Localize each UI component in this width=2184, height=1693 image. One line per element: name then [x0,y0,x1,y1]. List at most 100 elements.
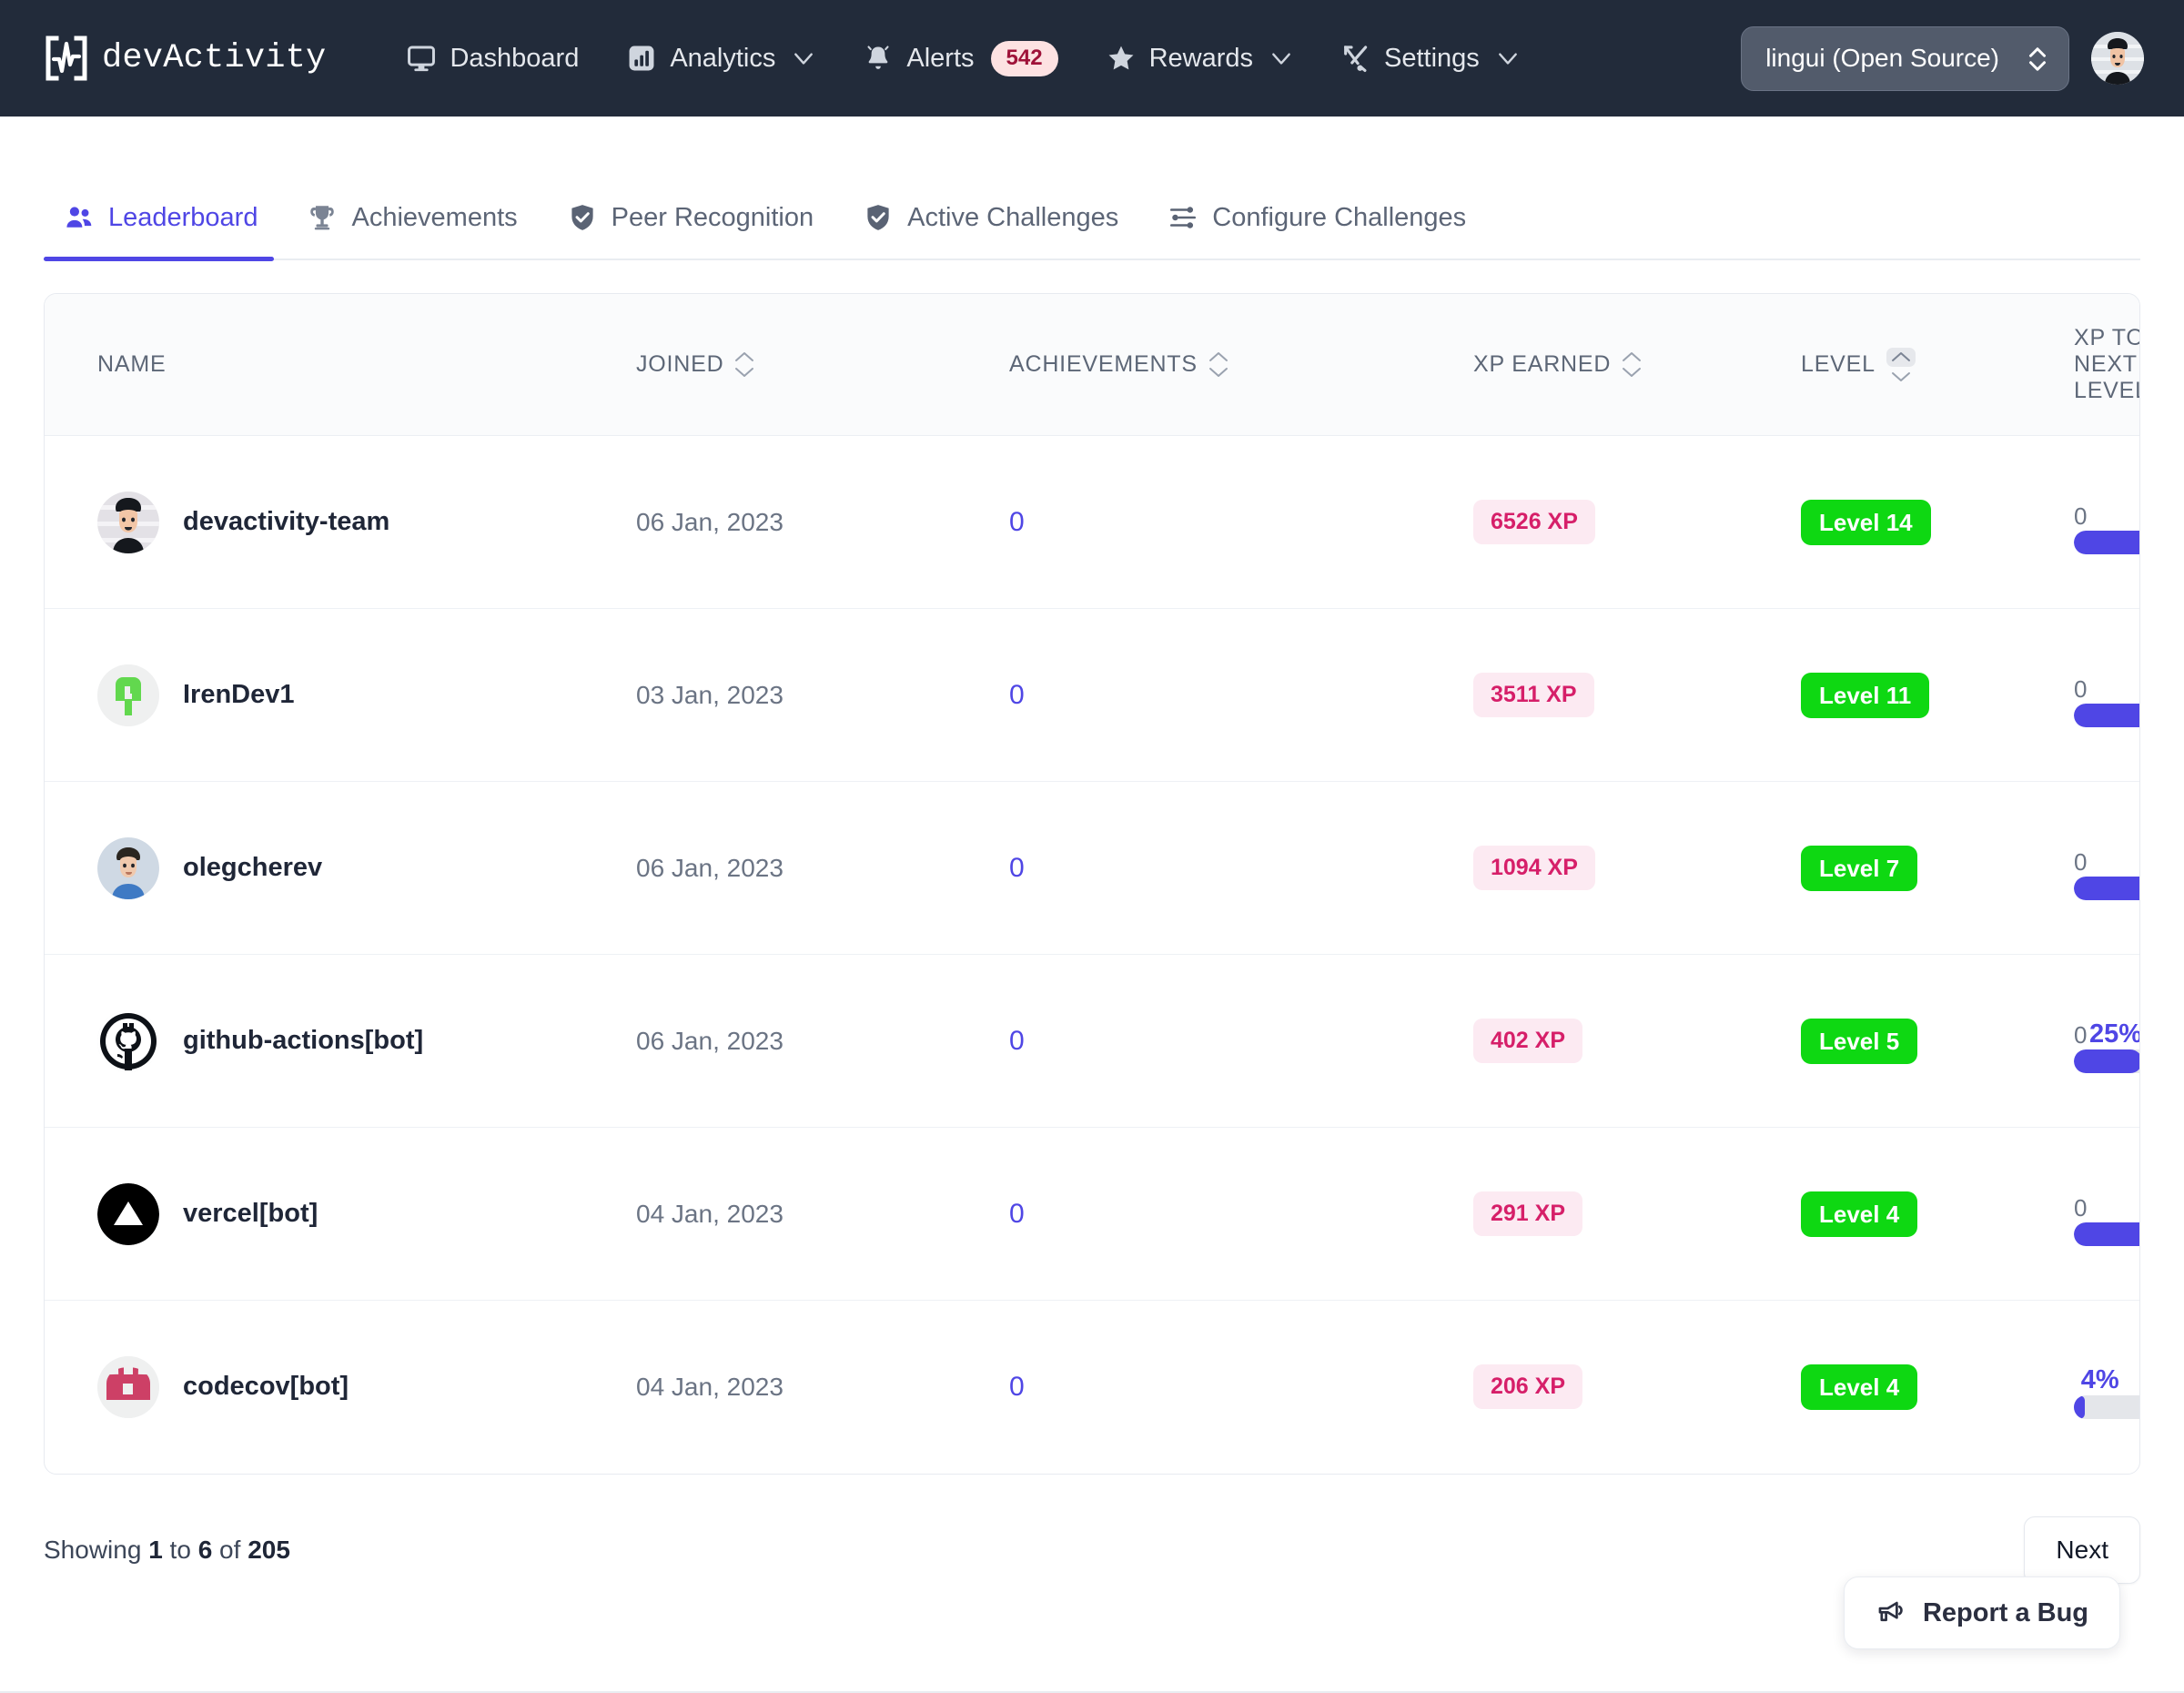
member-name: github-actions[bot] [183,1026,424,1055]
progress-track [2074,1049,2139,1073]
table-row[interactable]: vercel[bot] 04 Jan, 2023 0 291 XP Level … [45,1127,2139,1301]
progress-fill [2074,1049,2139,1073]
sort-toggle-level[interactable] [1886,347,1916,382]
nav-item-settings-label: Settings [1384,43,1480,73]
achievements-count[interactable]: 0 [1009,680,1025,710]
joined-date: 04 Jan, 2023 [636,1199,784,1228]
level-badge: Level 7 [1801,845,1918,891]
tab-active-challenges[interactable]: Active Challenges [843,202,1148,259]
nav-item-analytics-label: Analytics [670,43,776,73]
brand-logo[interactable]: devActivity [44,35,326,82]
joined-date: 04 Jan, 2023 [636,1372,784,1401]
chevron-down-icon[interactable] [1208,367,1228,378]
star-icon [1106,43,1137,74]
sliders-icon [1168,202,1198,233]
up-down-chevrons-icon [2027,43,2048,74]
showing-to: 6 [197,1535,213,1564]
tab-bar: Leaderboard Achievements Peer Recognitio… [44,171,2140,261]
photo-avatar-male-avatar [97,491,159,553]
progress-fill [2074,703,2139,727]
joined-date: 06 Jan, 2023 [636,853,784,882]
sort-toggle-achievements[interactable] [1208,351,1228,378]
nav-item-analytics[interactable]: Analytics [602,32,839,85]
member-name: devactivity-team [183,507,390,536]
achievements-count[interactable]: 0 [1009,507,1025,537]
showing-total: 205 [248,1535,290,1564]
column-header-level[interactable]: LEVEL [1801,294,2074,436]
column-header-xp-earned[interactable]: XP EARNED [1473,294,1801,436]
level-badge: Level 4 [1801,1364,1918,1410]
tab-configure-challenges[interactable]: Configure Challenges [1148,202,1495,259]
progress-track [2074,1222,2139,1246]
achievements-count[interactable]: 0 [1009,853,1025,883]
xp-progress: 0 150 61% [2074,1182,2139,1246]
tab-peer-recognition-label: Peer Recognition [611,202,814,232]
table-footer: Showing 1 to 6 of 205 Next [44,1516,2140,1584]
chevron-down-icon [792,46,815,70]
xp-earned-badge: 402 XP [1473,1019,1583,1063]
repository-selector-value: lingui (Open Source) [1765,43,1999,72]
column-header-joined[interactable]: JOINED [636,294,1009,436]
joined-date: 03 Jan, 2023 [636,680,784,709]
name-cell: vercel[bot] [97,1182,636,1245]
tab-achievements[interactable]: Achievements [287,202,546,259]
achievements-count[interactable]: 0 [1009,1372,1025,1402]
achievements-count[interactable]: 0 [1009,1199,1025,1229]
xp-progress: 0 360 71% [2074,836,2139,900]
report-bug-label: Report a Bug [1922,1597,2088,1627]
level-badge: Level 5 [1801,1018,1918,1064]
tab-peer-recognition[interactable]: Peer Recognition [547,202,843,259]
user-avatar[interactable] [2091,32,2144,85]
progress-track [2074,703,2139,727]
table-head: NAME JOINED ACHIEVEMENTS XP EARNED LEVEL… [45,294,2139,436]
chevron-up-icon[interactable] [1622,351,1642,362]
column-header-achievements[interactable]: ACHIEVEMENTS [1009,294,1473,436]
table-row[interactable]: codecov[bot] 04 Jan, 2023 0 206 XP Level… [45,1301,2139,1474]
sort-toggle-xp-earned[interactable] [1622,351,1642,378]
progress-fill [2074,1222,2139,1246]
xp-progress: 0 210 25% [2074,1009,2140,1073]
member-name: IrenDev1 [183,680,295,709]
xp-progress: 0 83% [2074,664,2139,727]
column-header-joined-label: JOINED [636,351,724,377]
nav-item-alerts[interactable]: Alerts 542 [839,30,1081,87]
table-row[interactable]: olegcherev 06 Jan, 2023 0 1094 XP Level … [45,781,2139,955]
table-row[interactable]: github-actions[bot] 06 Jan, 2023 0 402 X… [45,954,2140,1128]
next-page-button[interactable]: Next [2024,1516,2140,1584]
chevron-up-icon[interactable] [734,351,754,362]
joined-date: 06 Jan, 2023 [636,1026,784,1055]
xp-earned-badge: 3511 XP [1473,673,1594,717]
nav-item-dashboard-label: Dashboard [450,43,580,73]
repository-selector[interactable]: lingui (Open Source) [1741,25,2069,91]
member-name: olegcherev [183,853,323,882]
people-icon [64,202,95,233]
codecov-umbrella-avatar [97,1355,159,1418]
table-body: devactivity-team 06 Jan, 2023 0 6526 XP … [45,435,2140,1474]
level-badge: Level 11 [1801,672,1930,718]
tab-configure-challenges-label: Configure Challenges [1212,202,1467,232]
achievements-count[interactable]: 0 [1009,1026,1025,1056]
nav-item-settings[interactable]: Settings [1317,32,1543,85]
report-bug-button[interactable]: Report a Bug [1843,1576,2120,1649]
column-header-xp-to-next-level-label: XP TO NEXT LEVEL [2074,325,2139,403]
name-cell: codecov[bot] [97,1355,636,1418]
progress-track [2074,530,2139,554]
column-header-xp-to-next-level: XP TO NEXT LEVEL [2074,294,2139,436]
column-header-name-label: NAME [97,351,167,377]
chevron-down-icon[interactable] [734,367,754,378]
chevron-up-icon[interactable] [1886,347,1916,367]
table-row[interactable]: devactivity-team 06 Jan, 2023 0 6526 XP … [45,435,2139,609]
progress-min-label: 0 [2074,1020,2088,1049]
nav-item-rewards[interactable]: Rewards [1082,32,1317,85]
chevron-up-icon[interactable] [1208,351,1228,362]
chevron-down-icon[interactable] [1891,371,1911,382]
member-name: vercel[bot] [183,1199,318,1228]
nav-item-dashboard[interactable]: Dashboard [382,32,602,85]
chevron-down-icon[interactable] [1622,367,1642,378]
table-row[interactable]: IrenDev1 03 Jan, 2023 0 3511 XP Level 11… [45,608,2139,782]
tab-leaderboard[interactable]: Leaderboard [44,202,287,261]
progress-percent-label: 25% [2088,1019,2140,1049]
sort-toggle-joined[interactable] [734,351,754,378]
joined-date: 06 Jan, 2023 [636,507,784,536]
showing-prefix: Showing [44,1535,142,1564]
